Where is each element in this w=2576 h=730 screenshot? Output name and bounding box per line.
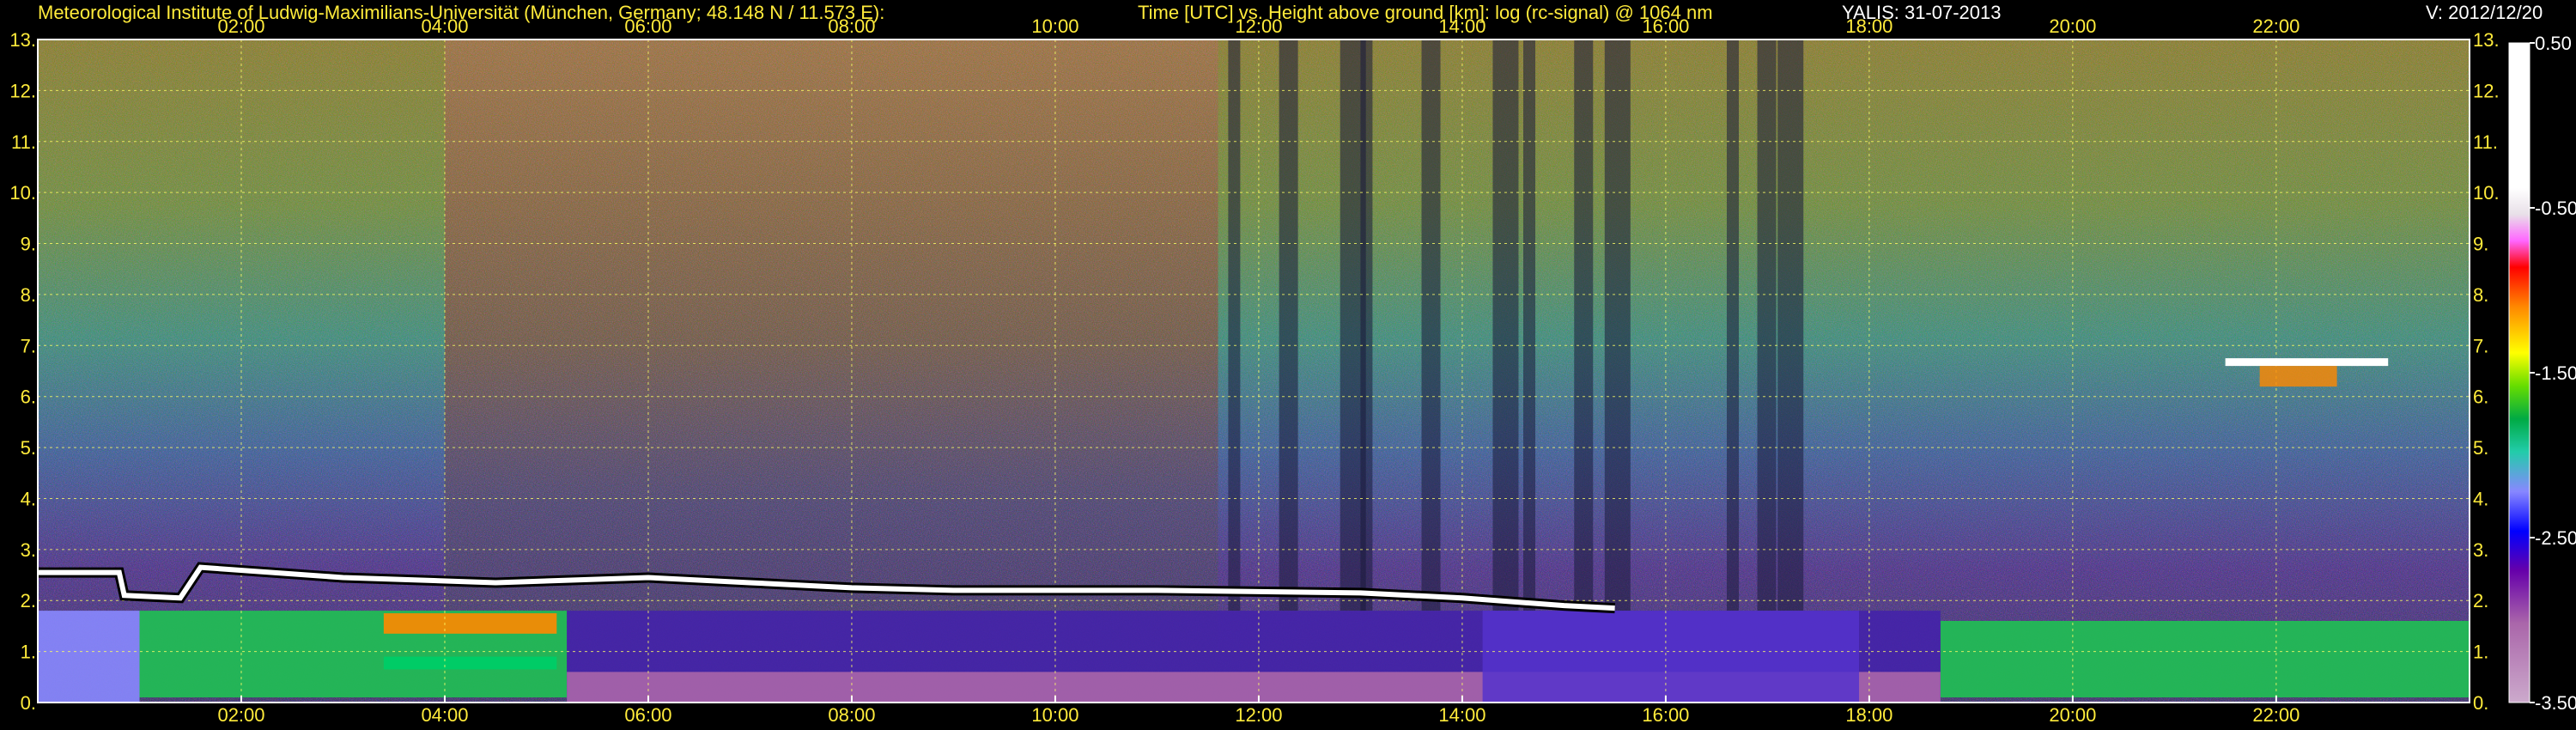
plot-title: Time [UTC] vs. Height above ground [km]:… — [1138, 2, 1713, 23]
colorbar-scale — [2508, 42, 2530, 703]
y-tick-label-right: 8. — [2473, 284, 2488, 306]
x-tick-label-bottom: 16:00 — [1642, 704, 1689, 726]
version-label: V: 2012/12/20 — [2426, 2, 2543, 23]
colorbar-tick-label: 0.50 — [2535, 33, 2572, 54]
signal-gap-streak — [1574, 40, 1594, 611]
cloud-virga — [2259, 366, 2337, 387]
lidar-backscatter-plot: 02:0002:0004:0004:0006:0006:0008:0008:00… — [9, 15, 2576, 726]
signal-gap-streak — [1604, 40, 1631, 611]
y-tick-label-left: 11. — [11, 131, 36, 153]
y-tick-label-left: 3. — [21, 539, 36, 561]
x-tick-label-top: 10:00 — [1031, 15, 1078, 37]
y-tick-label-left: 6. — [21, 386, 36, 408]
instrument-date-label: YALIS: 31-07-2013 — [1842, 2, 2002, 23]
y-tick-label-left: 10. — [9, 182, 36, 204]
y-tick-label-left: 1. — [21, 642, 36, 663]
boundary-layer-blue-late — [1482, 611, 1860, 703]
y-tick-label-right: 7. — [2473, 335, 2488, 356]
x-tick-label-bottom: 06:00 — [624, 704, 671, 726]
y-tick-label-right: 2. — [2473, 590, 2488, 611]
colorbar-tick-label: -1.50 — [2535, 362, 2576, 384]
y-tick-label-left: 0. — [21, 692, 36, 714]
y-tick-label-left: 5. — [21, 437, 36, 459]
y-tick-label-left: 8. — [21, 284, 36, 306]
plot-area — [38, 40, 2470, 703]
y-tick-label-right: 9. — [2473, 234, 2488, 255]
y-tick-label-right: 0. — [2473, 692, 2488, 714]
colorbar-tick-label: -2.50 — [2535, 527, 2576, 549]
signal-gap-streak — [1777, 40, 1804, 611]
x-tick-label-bottom: 10:00 — [1031, 704, 1078, 726]
signal-gap-streak — [1279, 40, 1298, 611]
x-tick-label-top: 22:00 — [2252, 15, 2300, 37]
signal-gap-streak — [1228, 40, 1241, 611]
boundary-layer-blue — [38, 611, 140, 703]
y-tick-label-right: 12. — [2473, 80, 2500, 101]
signal-gap-streak — [1492, 40, 1519, 611]
y-tick-label-right: 1. — [2473, 642, 2488, 663]
noise-texture — [38, 40, 2470, 703]
signal-gap-streak — [1726, 40, 1739, 611]
boundary-layer-green — [1940, 620, 2470, 698]
y-tick-label-right: 4. — [2473, 488, 2488, 509]
signal-gap-streak — [1523, 40, 1536, 611]
y-tick-label-left: 7. — [21, 335, 36, 356]
institute-label: Meteorological Institute of Ludwig-Maxim… — [38, 2, 885, 23]
colorbar-tick-label: -0.50 — [2535, 198, 2576, 219]
x-tick-label-bottom: 12:00 — [1235, 704, 1282, 726]
y-tick-label-left: 12. — [9, 80, 36, 101]
signal-gap-streak — [1757, 40, 1777, 611]
signal-gap-streak — [1421, 40, 1441, 611]
x-tick-label-bottom: 04:00 — [421, 704, 468, 726]
y-tick-label-left: 2. — [21, 590, 36, 611]
y-tick-label-left: 4. — [21, 488, 36, 509]
colorbar: 0.50 -0.50 -1.50 -2.50 -3.50 — [2508, 33, 2576, 714]
y-tick-label-left: 13. — [9, 29, 36, 51]
y-tick-label-left: 9. — [21, 234, 36, 255]
x-tick-label-bottom: 08:00 — [828, 704, 875, 726]
aerosol-hotspot — [383, 613, 557, 634]
x-tick-label-top: 20:00 — [2049, 15, 2096, 37]
x-tick-label-bottom: 14:00 — [1438, 704, 1485, 726]
y-tick-label-right: 13. — [2473, 29, 2500, 51]
y-tick-label-right: 6. — [2473, 386, 2488, 408]
y-tick-label-right: 5. — [2473, 437, 2488, 459]
colorbar-tick-label: -3.50 — [2535, 692, 2576, 714]
boundary-layer-core — [383, 656, 557, 670]
signal-gap-streak — [1360, 40, 1373, 611]
cloud-layer — [2225, 358, 2389, 367]
y-tick-label-right: 3. — [2473, 539, 2488, 561]
x-tick-label-bottom: 20:00 — [2049, 704, 2096, 726]
y-tick-label-right: 10. — [2473, 182, 2500, 204]
y-tick-label-right: 11. — [2473, 131, 2498, 153]
x-tick-label-bottom: 02:00 — [217, 704, 264, 726]
x-tick-label-bottom: 18:00 — [1845, 704, 1893, 726]
x-tick-label-bottom: 22:00 — [2252, 704, 2300, 726]
